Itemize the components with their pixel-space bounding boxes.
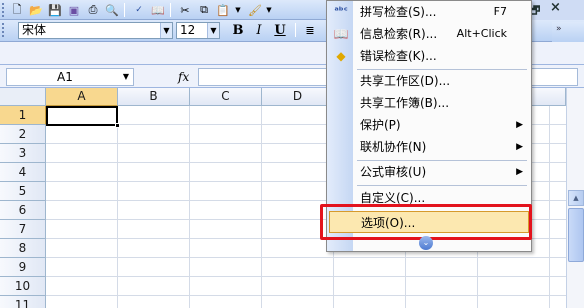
print-preview-icon[interactable]: 🔍	[103, 2, 121, 18]
paste-icon[interactable]: 📋	[214, 2, 232, 18]
spelling-icon: ᵃᵇᶜ	[334, 6, 348, 17]
menu-item-label: 公式审核(U)	[360, 165, 427, 179]
new-icon[interactable]: 🗋	[8, 2, 26, 18]
menu-item-label: 保护(P)	[360, 118, 401, 132]
toolbar-separator	[124, 3, 125, 17]
menu-item-protection[interactable]: 保护(P) ▶	[328, 114, 531, 136]
error-check-icon: ◆	[336, 49, 346, 63]
overflow-chevron-icon[interactable]: »	[556, 24, 562, 34]
print-icon[interactable]: ⎙	[84, 2, 102, 18]
font-size-select[interactable]: 12 ▼	[176, 22, 220, 39]
toolbar-separator	[170, 3, 171, 17]
font-name-select[interactable]: 宋体 ▼	[18, 22, 173, 39]
row-header-10[interactable]: 10	[0, 277, 46, 296]
expand-menu-icon[interactable]: ⌄	[419, 236, 433, 250]
chevron-down-icon[interactable]: ▼	[160, 23, 172, 38]
menu-item-label: 共享工作簿(B)...	[360, 96, 450, 110]
row-header-4[interactable]: 4	[0, 163, 46, 182]
row-header-1[interactable]: 1	[0, 106, 46, 125]
row-header-3[interactable]: 3	[0, 144, 46, 163]
toolbar-grip[interactable]	[2, 23, 5, 37]
row-header-8[interactable]: 8	[0, 239, 46, 258]
open-icon[interactable]: 📂	[27, 2, 45, 18]
spelling-icon[interactable]: ✓	[130, 2, 148, 18]
vertical-scrollbar[interactable]: ▲	[566, 88, 584, 308]
menu-item-label: 共享工作区(D)...	[360, 74, 451, 88]
select-all-corner[interactable]	[0, 88, 46, 106]
font-size-value: 12	[180, 23, 196, 37]
menu-item-error-check[interactable]: ◆ 错误检查(K)...	[328, 45, 531, 67]
menu-item-label: 联机协作(N)	[360, 140, 427, 154]
submenu-arrow-icon: ▶	[516, 120, 523, 130]
format-painter-icon[interactable]: 🖌	[246, 2, 264, 18]
menu-item-label: 信息检索(R)...	[360, 27, 438, 41]
chevron-down-icon[interactable]: ▼	[207, 23, 219, 38]
submenu-arrow-icon: ▶	[516, 142, 523, 152]
column-header-d[interactable]: D	[262, 88, 334, 106]
menu-item-label: 错误检查(K)...	[360, 49, 437, 63]
scroll-thumb[interactable]	[568, 208, 584, 262]
menu-item-online-collaboration[interactable]: 联机协作(N) ▶	[328, 136, 531, 158]
chevron-down-icon[interactable]: ▼	[119, 69, 133, 85]
font-name-value: 宋体	[22, 23, 47, 37]
name-box-value: A1	[57, 70, 73, 84]
copy-icon[interactable]: ⧉	[195, 2, 213, 18]
column-header-a[interactable]: A	[46, 88, 118, 106]
column-header-b[interactable]: B	[118, 88, 190, 106]
permission-icon[interactable]: ▣	[65, 2, 83, 18]
submenu-arrow-icon: ▶	[516, 167, 523, 177]
row-header-7[interactable]: 7	[0, 220, 46, 239]
paste-dropdown-icon[interactable]: ▼	[233, 2, 243, 18]
menu-item-shared-workspace[interactable]: 共享工作区(D)...	[328, 70, 531, 92]
menu-item-spelling[interactable]: ᵃᵇᶜ 拼写检查(S)... F7	[328, 1, 531, 23]
align-left-icon[interactable]: ≣	[300, 22, 320, 39]
toolbar-grip[interactable]	[2, 3, 5, 17]
bold-button[interactable]: B	[228, 22, 248, 39]
close-icon[interactable]: ×	[550, 0, 561, 15]
cut-icon[interactable]: ✂	[176, 2, 194, 18]
save-icon[interactable]: 💾	[46, 2, 64, 18]
menu-item-research[interactable]: 📖 信息检索(R)... Alt+Click	[328, 23, 531, 45]
active-cell-a1[interactable]	[46, 106, 118, 126]
italic-button[interactable]: I	[249, 22, 269, 39]
row-header-2[interactable]: 2	[0, 125, 46, 144]
research-icon[interactable]: 📖	[149, 2, 167, 18]
underline-button[interactable]: U	[270, 22, 290, 39]
toolbar-options-icon[interactable]: ▼	[264, 2, 274, 18]
row-header-11[interactable]: 11	[0, 296, 46, 308]
menu-item-shortcut: F7	[493, 5, 507, 18]
menu-item-formula-auditing[interactable]: 公式审核(U) ▶	[328, 161, 531, 183]
row-header-9[interactable]: 9	[0, 258, 46, 277]
toolbar-overflow: »	[552, 22, 584, 42]
annotation-highlight-box	[320, 204, 532, 240]
name-box[interactable]: A1 ▼	[6, 68, 134, 86]
menu-separator	[357, 185, 527, 186]
insert-function-icon[interactable]: fx	[178, 70, 189, 84]
research-icon: 📖	[333, 27, 349, 41]
menu-item-label: 拼写检查(S)...	[360, 5, 437, 19]
row-header-6[interactable]: 6	[0, 201, 46, 220]
menu-item-shortcut: Alt+Click	[456, 27, 507, 40]
menu-item-share-workbook[interactable]: 共享工作簿(B)...	[328, 92, 531, 114]
row-header-5[interactable]: 5	[0, 182, 46, 201]
scroll-up-icon[interactable]: ▲	[568, 190, 584, 206]
column-header-c[interactable]: C	[190, 88, 262, 106]
fill-handle[interactable]	[115, 123, 120, 128]
toolbar-separator	[295, 23, 296, 37]
